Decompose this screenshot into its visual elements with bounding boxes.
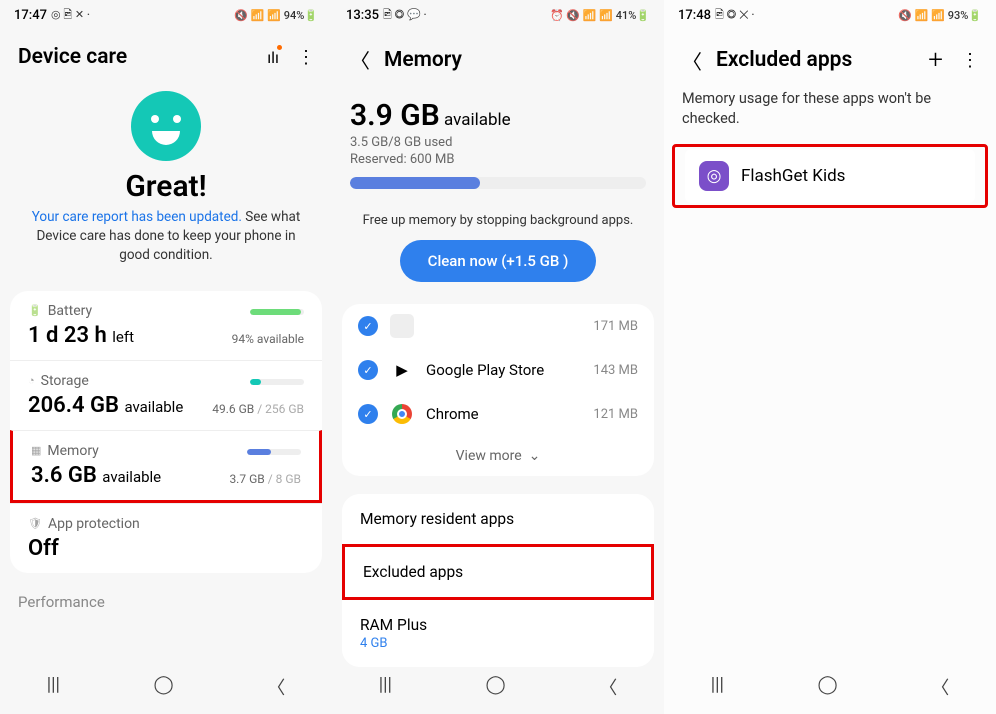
status-text: Great! (18, 169, 314, 204)
report-text: Your care report has been updated. See w… (18, 204, 314, 269)
checkbox-icon[interactable]: ✓ (358, 316, 378, 336)
stats-card: 🔋Battery 1 d 23 h left 94% available ◔St… (10, 291, 322, 573)
memory-icon: ▦ (31, 444, 41, 457)
status-bar: 13:35🖻 ◎ 💬 · ⏰ 🔇 📶 📶 41%🔋 (332, 0, 664, 31)
add-icon[interactable]: + (928, 45, 943, 75)
shield-icon: 🛡 (28, 517, 42, 530)
performance-row[interactable]: Performance (0, 579, 332, 625)
flashget-icon: ◎ (699, 161, 729, 191)
options-card: Memory resident apps Excluded apps RAM P… (342, 494, 654, 667)
page-title: Excluded apps (716, 48, 914, 72)
app-row[interactable]: ✓ 171 MB (342, 304, 654, 348)
storage-icon: ◔ (28, 374, 35, 387)
protection-row[interactable]: 🛡App protection Off (10, 503, 322, 573)
view-more-button[interactable]: View more ⌄ (342, 436, 654, 476)
recent-button[interactable]: ||| (711, 674, 724, 700)
back-button[interactable]: 〈 (267, 674, 285, 700)
phone-device-care: 17:47◎ 🖻 ✕ · 🔇 📶 📶 94%🔋 Device care ılı … (0, 0, 332, 714)
app-row[interactable]: ✓ Chrome 121 MB (342, 392, 654, 436)
back-button[interactable]: 〈 (599, 674, 617, 700)
header: 〈 Excluded apps + ⋮ (664, 31, 996, 89)
recent-button[interactable]: ||| (47, 674, 60, 700)
more-icon[interactable]: ⋮ (297, 47, 314, 68)
phone-memory: 13:35🖻 ◎ 💬 · ⏰ 🔇 📶 📶 41%🔋 〈 Memory 3.9 G… (332, 0, 664, 714)
app-row[interactable]: ✓ ▶ Google Play Store 143 MB (342, 348, 654, 392)
resident-apps-row[interactable]: Memory resident apps (342, 494, 654, 544)
ram-plus-row[interactable]: RAM Plus 4 GB (342, 600, 654, 667)
memory-summary: 3.9 GB available 3.5 GB/8 GB used Reserv… (332, 88, 664, 199)
page-title: Memory (384, 48, 646, 72)
memory-bar (350, 177, 646, 189)
memory-row[interactable]: ▦Memory 3.6 GB available 3.7 GB / 8 GB (10, 430, 322, 503)
chart-icon[interactable]: ılı (267, 48, 279, 67)
highlighted-app: ◎ FlashGet Kids (672, 144, 988, 208)
status-bar: 17:48🖻 ◎ ✕ · 🔇 📶 📶 93%🔋 (664, 0, 996, 31)
home-button[interactable]: ◯ (818, 674, 838, 700)
recent-button[interactable]: ||| (379, 674, 392, 700)
home-button[interactable]: ◯ (486, 674, 506, 700)
back-icon[interactable]: 〈 (682, 46, 702, 75)
storage-row[interactable]: ◔Storage 206.4 GB available 49.6 GB / 25… (10, 360, 322, 430)
phone-excluded-apps: 17:48🖻 ◎ ✕ · 🔇 📶 📶 93%🔋 〈 Excluded apps … (664, 0, 996, 714)
back-button[interactable]: 〈 (931, 674, 949, 700)
clean-now-button[interactable]: Clean now (+1.5 GB ) (400, 240, 597, 282)
page-title: Device care (18, 45, 253, 69)
description: Memory usage for these apps won't be che… (664, 89, 996, 144)
chrome-icon (390, 402, 414, 426)
home-button[interactable]: ◯ (154, 674, 174, 700)
nav-bar: ||| ◯ 〈 (332, 660, 664, 714)
hero: Great! Your care report has been updated… (0, 83, 332, 285)
nav-bar: ||| ◯ 〈 (664, 660, 996, 714)
excluded-app-row[interactable]: ◎ FlashGet Kids (685, 149, 975, 203)
hint-text: Free up memory by stopping background ap… (332, 199, 664, 232)
play-store-icon: ▶ (390, 358, 414, 382)
back-icon[interactable]: 〈 (350, 45, 370, 74)
app-icon (390, 314, 414, 338)
nav-bar: ||| ◯ 〈 (0, 660, 332, 714)
smile-icon (131, 91, 201, 161)
excluded-apps-row[interactable]: Excluded apps (342, 544, 654, 600)
checkbox-icon[interactable]: ✓ (358, 360, 378, 380)
header: Device care ılı ⋮ (0, 31, 332, 83)
status-bar: 17:47◎ 🖻 ✕ · 🔇 📶 📶 94%🔋 (0, 0, 332, 31)
checkbox-icon[interactable]: ✓ (358, 404, 378, 424)
battery-icon: 🔋 (28, 304, 42, 317)
more-icon[interactable]: ⋮ (961, 50, 978, 71)
header: 〈 Memory (332, 31, 664, 88)
battery-row[interactable]: 🔋Battery 1 d 23 h left 94% available (10, 291, 322, 360)
apps-card: ✓ 171 MB ✓ ▶ Google Play Store 143 MB ✓ … (342, 304, 654, 476)
